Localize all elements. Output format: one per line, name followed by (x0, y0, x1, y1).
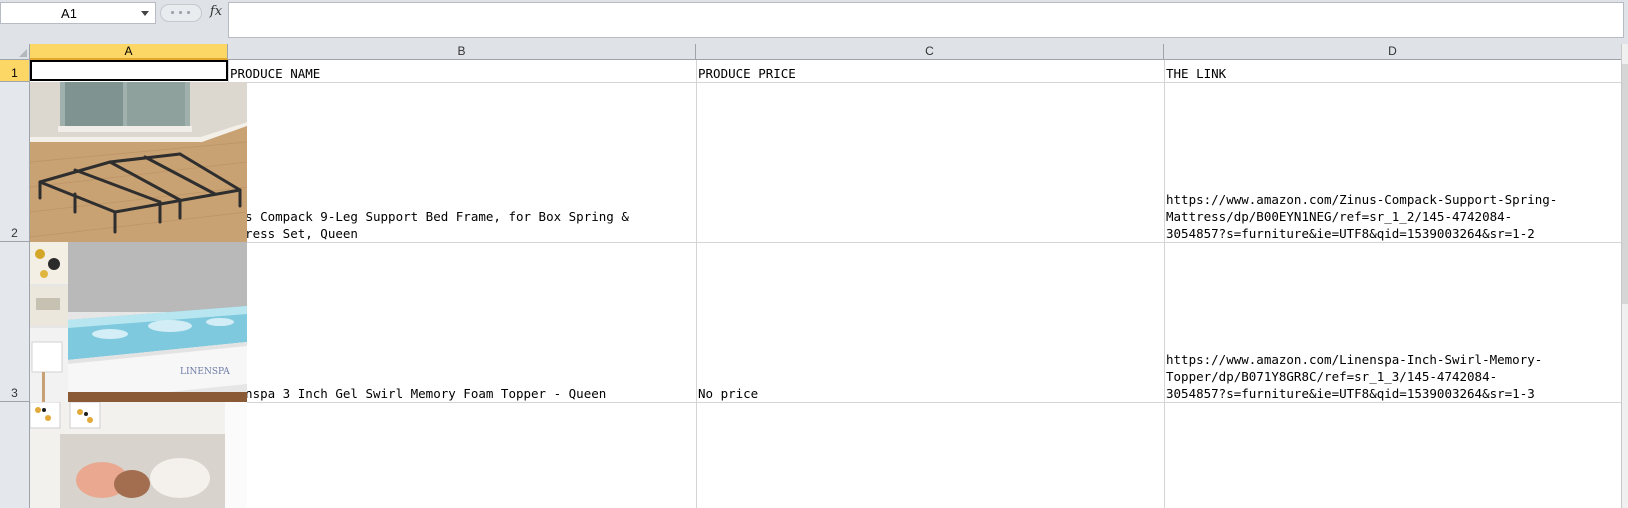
name-box-value: A1 (61, 6, 77, 21)
row-header-1[interactable]: 1 (0, 60, 30, 82)
cell-b2[interactable]: nus Compack 9-Leg Support Bed Frame, for… (230, 208, 694, 242)
linenspa-logo: LINENSPA (180, 367, 230, 377)
cell-d2[interactable]: https://www.amazon.com/Zinus-Compack-Sup… (1166, 191, 1621, 242)
vertical-scrollbar[interactable] (1621, 44, 1628, 508)
gridline (696, 60, 697, 508)
selected-cell-a1[interactable] (30, 60, 228, 81)
cell-c1[interactable]: PRODUCE PRICE (698, 65, 1162, 82)
chevron-down-icon[interactable] (141, 11, 149, 16)
row-number: 3 (11, 386, 18, 400)
cell-c3[interactable]: No price (698, 385, 1162, 402)
column-header-a[interactable]: A (30, 44, 228, 60)
row-header-4[interactable] (0, 402, 30, 508)
gridline (30, 242, 1622, 243)
gridline (1164, 60, 1165, 508)
cell-d3[interactable]: https://www.amazon.com/Linenspa-Inch-Swi… (1166, 351, 1621, 402)
row-number: 1 (11, 66, 18, 80)
formula-bar: A1 fx (0, 0, 1628, 45)
name-box[interactable]: A1 (0, 2, 156, 24)
spreadsheet-grid: A B C D 1 2 3 PRODUCE NAME PRODUCE PRICE… (0, 44, 1628, 508)
row-header-3[interactable]: 3 (0, 242, 30, 402)
scrollbar-thumb[interactable] (1622, 64, 1628, 304)
formula-input[interactable] (228, 2, 1624, 38)
cell-b1[interactable]: PRODUCE NAME (230, 65, 694, 82)
row-header-2[interactable]: 2 (0, 82, 30, 242)
insert-function-icon[interactable]: fx (206, 3, 226, 23)
bedroom-product-image[interactable] (30, 402, 247, 508)
cell-d1[interactable]: THE LINK (1166, 65, 1621, 82)
column-header-c[interactable]: C (696, 44, 1164, 60)
gridline (30, 402, 1622, 403)
bed-frame-product-image[interactable] (30, 82, 247, 242)
formula-bar-resize-handle[interactable] (160, 4, 202, 22)
cell-b3[interactable]: nenspa 3 Inch Gel Swirl Memory Foam Topp… (230, 385, 694, 402)
column-header-b[interactable]: B (228, 44, 696, 60)
column-header-d[interactable]: D (1164, 44, 1622, 60)
gridline (30, 82, 1622, 83)
foam-topper-product-image[interactable]: LINENSPA (30, 242, 247, 402)
row-number: 2 (11, 226, 18, 240)
select-all-button[interactable] (0, 44, 30, 60)
